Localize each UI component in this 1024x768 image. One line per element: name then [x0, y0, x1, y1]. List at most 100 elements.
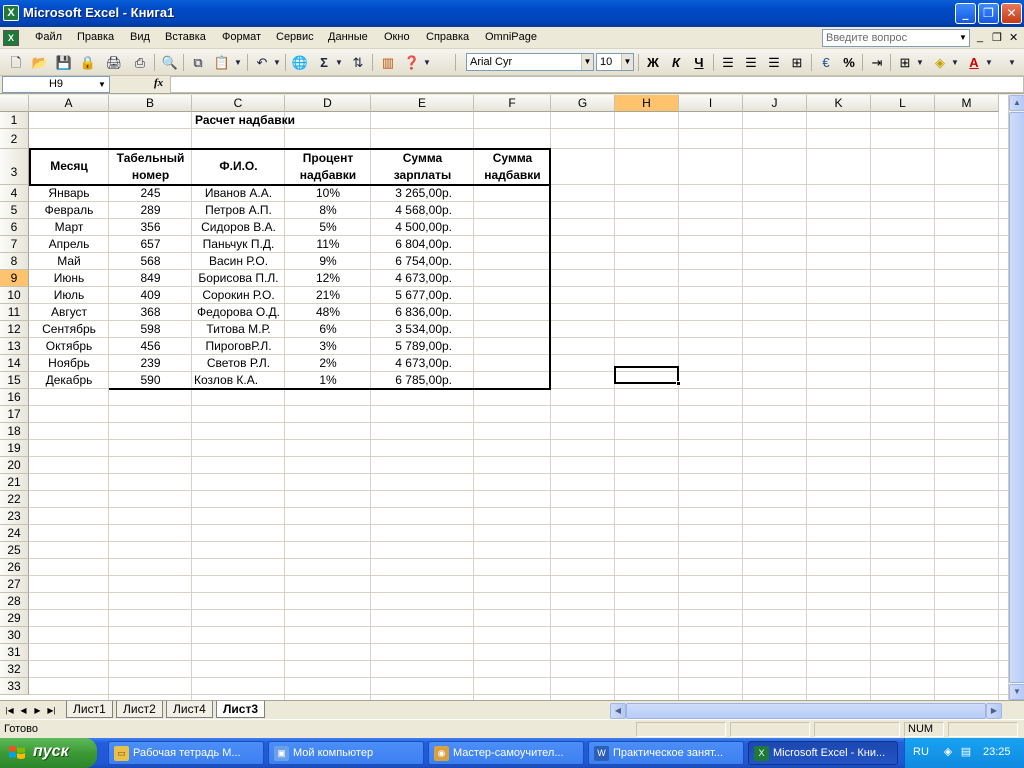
cell-tab-number[interactable]: 409 — [109, 288, 192, 302]
cell-salary[interactable]: 5 677,00р. — [371, 288, 452, 302]
column-header-h[interactable]: H — [615, 95, 679, 112]
header-salary-line1[interactable]: Сумма — [371, 150, 474, 166]
font-name-select[interactable]: Arial Cyr ▼ — [466, 53, 594, 71]
header-bonus-line2[interactable]: надбавки — [474, 167, 551, 183]
row-header-27[interactable]: 27 — [0, 576, 29, 593]
borders-dropdown-icon[interactable]: ▼ — [915, 53, 925, 72]
row-header-4[interactable]: 4 — [0, 185, 29, 202]
row-header-3[interactable]: 3 — [0, 149, 29, 185]
scroll-up-icon[interactable]: ▲ — [1009, 95, 1024, 111]
cell-fio[interactable]: Федорова О.Д. — [192, 305, 285, 319]
chevron-down-icon[interactable]: ▼ — [957, 30, 969, 46]
row-header-9[interactable]: 9 — [0, 270, 29, 287]
restore-button[interactable]: ❐ — [978, 3, 999, 24]
row-header-28[interactable]: 28 — [0, 593, 29, 610]
row-header-1[interactable]: 1 — [0, 112, 29, 129]
network-icon[interactable]: ▤ — [959, 745, 973, 759]
row-header-6[interactable]: 6 — [0, 219, 29, 236]
sheet-tab-2[interactable]: Лист2 — [116, 701, 163, 718]
row-header-8[interactable]: 8 — [0, 253, 29, 270]
cell-tab-number[interactable]: 849 — [109, 271, 192, 285]
row-header-10[interactable]: 10 — [0, 287, 29, 304]
cell-tab-number[interactable]: 356 — [109, 220, 192, 234]
cell-percent[interactable]: 11% — [285, 237, 371, 251]
cell-percent[interactable]: 9% — [285, 254, 371, 268]
autosum-icon[interactable]: Σ — [314, 53, 334, 72]
cell-salary[interactable]: 4 500,00р. — [371, 220, 452, 234]
row-header-30[interactable]: 30 — [0, 627, 29, 644]
menu-insert[interactable]: Вставка — [165, 31, 206, 43]
scroll-down-icon[interactable]: ▼ — [1009, 684, 1024, 700]
name-box[interactable]: H9 ▼ — [2, 76, 110, 93]
cell-month[interactable]: Май — [29, 254, 109, 268]
row-header-25[interactable]: 25 — [0, 542, 29, 559]
sheet-tab-3[interactable]: Лист3 — [216, 701, 266, 718]
task-excel[interactable]: X Microsoft Excel - Кни... — [748, 741, 898, 765]
research-icon[interactable]: 🔍 — [160, 53, 180, 72]
chevron-down-icon[interactable]: ▼ — [95, 77, 109, 92]
cell-tab-number[interactable]: 289 — [109, 203, 192, 217]
task-folder[interactable]: ▭ Рабочая тетрадь М... — [108, 741, 264, 765]
cell-month[interactable]: Декабрь — [29, 373, 109, 387]
cell-month[interactable]: Октябрь — [29, 339, 109, 353]
scroll-left-icon[interactable]: ◀ — [610, 703, 626, 719]
menu-help[interactable]: Справка — [426, 31, 469, 43]
cell-percent[interactable]: 12% — [285, 271, 371, 285]
cell-month[interactable]: Январь — [29, 186, 109, 200]
help-icon[interactable]: ❓ — [402, 53, 422, 72]
first-sheet-icon[interactable]: |◀ — [4, 704, 15, 717]
cell-fio[interactable]: Сидоров В.А. — [192, 220, 285, 234]
cell-salary[interactable]: 6 804,00р. — [371, 237, 452, 251]
horizontal-scrollbar[interactable]: ◀ ▶ — [610, 703, 1002, 719]
header-salary-line2[interactable]: зарплаты — [371, 167, 474, 183]
cell-fio[interactable]: Васин Р.О. — [192, 254, 285, 268]
currency-icon[interactable]: € — [816, 53, 836, 72]
cell-percent[interactable]: 6% — [285, 322, 371, 336]
cell-salary[interactable]: 3 265,00р. — [371, 186, 452, 200]
align-center-icon[interactable]: ☰ — [741, 53, 761, 72]
menu-tools[interactable]: Сервис — [276, 31, 314, 43]
borders-icon[interactable]: ⊞ — [895, 53, 915, 72]
row-header-22[interactable]: 22 — [0, 491, 29, 508]
header-percent-line2[interactable]: надбавки — [285, 167, 371, 183]
clock[interactable]: 23:25 — [983, 746, 1011, 758]
cell-percent[interactable]: 2% — [285, 356, 371, 370]
row-header-13[interactable]: 13 — [0, 338, 29, 355]
spreadsheet-grid[interactable]: ABCDEFGHIJKLM 1 2 3 4 5 6 7 8 9 10 11 12 13 14 15 16 17 1… — [0, 95, 1008, 700]
cell-percent[interactable]: 5% — [285, 220, 371, 234]
row-header-33[interactable]: 33 — [0, 678, 29, 695]
task-tutorial[interactable]: ◉ Мастер-самоучител... — [428, 741, 584, 765]
cell-fio[interactable]: Сорокин Р.О. — [192, 288, 285, 302]
row-header-2[interactable]: 2 — [0, 129, 29, 149]
print-preview-icon[interactable]: 🖨 — [104, 53, 124, 72]
menu-file[interactable]: Файл — [35, 31, 62, 43]
column-header-g[interactable]: G — [551, 95, 615, 112]
paste-icon[interactable]: 📋 — [212, 53, 232, 72]
cell-percent[interactable]: 10% — [285, 186, 371, 200]
font-color-dropdown-icon[interactable]: ▼ — [984, 53, 994, 72]
cell-percent[interactable]: 8% — [285, 203, 371, 217]
chart-wizard-icon[interactable]: ▥ — [378, 53, 398, 72]
doc-close-button[interactable]: ✕ — [1009, 31, 1018, 44]
cell-salary[interactable]: 4 673,00р. — [371, 356, 452, 370]
autosum-dropdown-icon[interactable]: ▼ — [334, 53, 344, 72]
minimize-button[interactable]: _ — [955, 3, 976, 24]
last-sheet-icon[interactable]: ▶| — [46, 704, 57, 717]
column-header-j[interactable]: J — [743, 95, 807, 112]
hyperlink-icon[interactable]: 🌐 — [290, 53, 310, 72]
row-header-16[interactable]: 16 — [0, 389, 29, 406]
next-sheet-icon[interactable]: ▶ — [32, 704, 43, 717]
menu-data[interactable]: Данные — [328, 31, 368, 43]
row-header-21[interactable]: 21 — [0, 474, 29, 491]
cell-percent[interactable]: 1% — [285, 373, 371, 387]
row-header-7[interactable]: 7 — [0, 236, 29, 253]
new-icon[interactable]: 🗋 — [6, 53, 26, 72]
cell-tab-number[interactable]: 245 — [109, 186, 192, 200]
task-my-computer[interactable]: ▣ Мой компьютер — [268, 741, 424, 765]
cell-tab-number[interactable]: 657 — [109, 237, 192, 251]
fill-color-dropdown-icon[interactable]: ▼ — [950, 53, 960, 72]
ask-question-input[interactable]: Введите вопрос ▼ — [822, 29, 970, 47]
cell-fio[interactable]: Титова М.Р. — [192, 322, 285, 336]
chevron-down-icon[interactable]: ▼ — [581, 54, 593, 70]
doc-minimize-button[interactable]: _ — [977, 31, 983, 43]
